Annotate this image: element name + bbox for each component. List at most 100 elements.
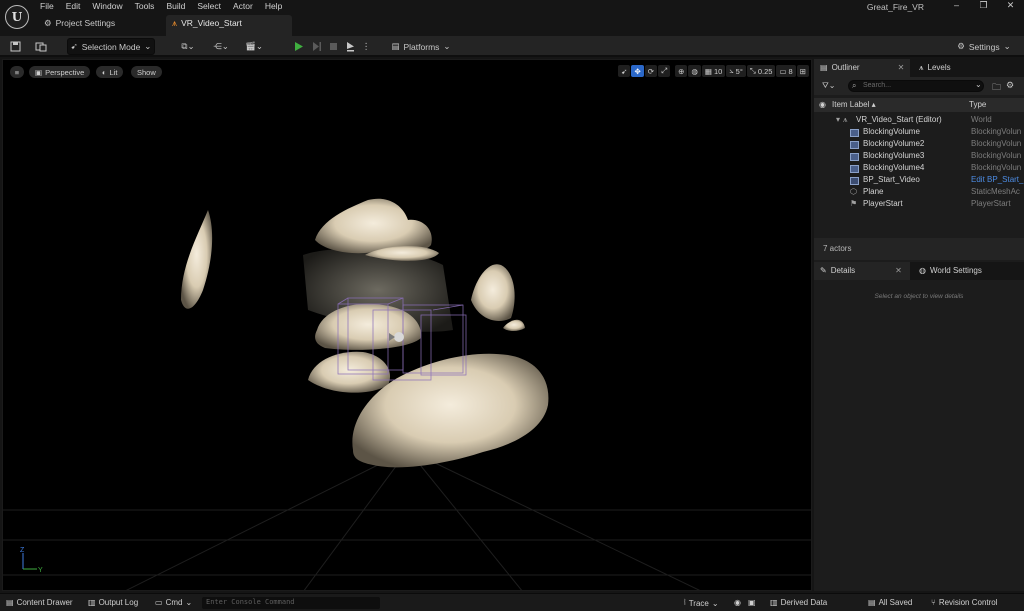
menu-edit[interactable]: Edit bbox=[60, 0, 87, 14]
tab-levels-label: Levels bbox=[927, 63, 951, 72]
step-icon bbox=[312, 42, 321, 51]
tab-project-settings[interactable]: ⚙ Project Settings bbox=[38, 15, 123, 34]
scale-tool-icon[interactable]: ⤢ bbox=[658, 65, 671, 77]
show-button[interactable]: Show bbox=[131, 66, 162, 78]
gear-icon[interactable]: ⚙ bbox=[1006, 80, 1014, 91]
level-icon: ⩚ bbox=[172, 18, 178, 28]
eject-button[interactable] bbox=[342, 38, 358, 55]
cmd-dropdown[interactable]: ▭ Cmd ⌄ bbox=[155, 598, 192, 607]
minimize-icon[interactable]: – bbox=[943, 0, 970, 14]
select-tool-icon[interactable]: ➹ bbox=[618, 65, 631, 77]
output-log-button[interactable]: ▥ Output Log bbox=[88, 598, 138, 607]
cinematics-button[interactable]: 🎬︎⌄ bbox=[242, 38, 266, 55]
menu-file[interactable]: File bbox=[34, 0, 60, 14]
outliner-row[interactable]: ⬡ Plane StaticMeshAc bbox=[814, 187, 1024, 199]
menu-build[interactable]: Build bbox=[160, 0, 191, 14]
outliner-row[interactable]: BlockingVolume BlockingVolun bbox=[814, 127, 1024, 139]
tab-details[interactable]: ✎ Details ✕ bbox=[814, 262, 910, 280]
selection-mode-dropdown[interactable]: ➹ Selection Mode ⌄ bbox=[67, 38, 155, 55]
outliner-icon: ▤ bbox=[820, 63, 828, 72]
perspective-button[interactable]: ▣ Perspective bbox=[29, 66, 91, 78]
rotation-snap-button[interactable]: ⦣ 5° bbox=[726, 65, 746, 77]
outliner-row[interactable]: BlockingVolume2 BlockingVolun bbox=[814, 139, 1024, 151]
menu-actor[interactable]: Actor bbox=[227, 0, 259, 14]
console-input[interactable]: Enter Console Command bbox=[202, 597, 380, 609]
close-icon[interactable]: ✕ bbox=[997, 0, 1024, 14]
add-actor-button[interactable]: ⧉⌄ bbox=[176, 38, 200, 55]
item-type: BlockingVolun bbox=[971, 127, 1022, 136]
advance-frame-button[interactable] bbox=[308, 38, 324, 55]
derived-data-button[interactable]: ▥ Derived Data bbox=[770, 598, 827, 607]
column-item-label[interactable]: Item Label ▴ bbox=[832, 100, 876, 109]
viewport-tools: ➹ ✥ ⟳ ⤢ ⊕ ◍ ▦ 10 ⦣ 5° ⤡ 0.25 ▭ 8 ⊞ bbox=[618, 65, 809, 77]
platforms-button[interactable]: ▤ Platforms ⌄ bbox=[389, 38, 453, 55]
record-icon[interactable]: ◉ bbox=[734, 598, 741, 607]
save-icon[interactable] bbox=[7, 38, 23, 55]
outliner-row[interactable]: BP_Start_Video Edit BP_Start_ bbox=[814, 175, 1024, 187]
outliner-row[interactable]: ⚑ PlayerStart PlayerStart bbox=[814, 199, 1024, 211]
restore-icon[interactable]: ❐ bbox=[970, 0, 997, 14]
edit-blueprint-link[interactable]: Edit BP_Start_ bbox=[971, 175, 1023, 184]
tab-levels[interactable]: ⩚ Levels bbox=[913, 59, 957, 77]
revision-control-button[interactable]: ⑂ Revision Control bbox=[931, 598, 998, 607]
rotation-snap-value: 5° bbox=[735, 66, 743, 76]
menu-help[interactable]: Help bbox=[259, 0, 288, 14]
add-folder-icon[interactable]: 🗀︎ bbox=[992, 80, 1001, 96]
trace-button[interactable]: ⦚ Trace ⌄ bbox=[684, 598, 719, 608]
tab-level[interactable]: ⩚ VR_Video_Start bbox=[166, 15, 292, 36]
close-icon[interactable]: ✕ bbox=[895, 266, 902, 276]
stop-button[interactable] bbox=[325, 38, 341, 55]
scale-snap-button[interactable]: ⤡ 0.25 bbox=[746, 65, 776, 77]
eject-icon bbox=[346, 42, 354, 52]
outliner-search-input[interactable]: Search... bbox=[848, 80, 984, 92]
item-type: BlockingVolun bbox=[971, 139, 1022, 148]
outliner-row[interactable]: BlockingVolume3 BlockingVolun bbox=[814, 151, 1024, 163]
platforms-icon: ▤ bbox=[391, 41, 400, 51]
outliner-row[interactable]: BlockingVolume4 BlockingVolun bbox=[814, 163, 1024, 175]
play-button[interactable] bbox=[290, 38, 306, 55]
main-toolbar: ➹ Selection Mode ⌄ ⧉⌄ ⋲⌄ 🎬︎⌄ ⋮ ▤ Platfor… bbox=[0, 36, 1024, 57]
outliner-root-row[interactable]: ▾ ⩚ VR_Video_Start (Editor) World bbox=[814, 115, 1024, 127]
chevron-down-icon[interactable]: ⌄ bbox=[975, 80, 982, 89]
floor-grid bbox=[3, 449, 811, 590]
surface-snap-icon[interactable]: ◍ bbox=[688, 65, 701, 77]
visibility-eye-icon[interactable]: ◉ bbox=[819, 100, 826, 109]
translate-tool-icon[interactable]: ✥ bbox=[631, 65, 644, 77]
column-type[interactable]: Type bbox=[969, 100, 986, 109]
camera-icon: ▭ bbox=[779, 66, 787, 76]
tab-details-label: Details bbox=[830, 266, 856, 275]
level-viewport[interactable]: ≡ ▣ Perspective ◐ Lit Show ➹ ✥ ⟳ ⤢ ⊕ ◍ ▦… bbox=[2, 59, 812, 591]
menu-select[interactable]: Select bbox=[191, 0, 227, 14]
viewport-menu-icon[interactable]: ≡ bbox=[10, 66, 24, 78]
play-options-icon[interactable]: ⋮ bbox=[360, 38, 372, 55]
expand-arrow-icon[interactable]: ▾ bbox=[836, 115, 840, 124]
camera-speed-button[interactable]: ▭ 8 bbox=[776, 65, 796, 77]
perspective-label: Perspective bbox=[45, 67, 85, 77]
menu-window[interactable]: Window bbox=[86, 0, 128, 14]
flag-icon: ⚑ bbox=[850, 199, 858, 208]
menu-tools[interactable]: Tools bbox=[129, 0, 161, 14]
mesh-icon: ⬡ bbox=[850, 187, 857, 196]
settings-button[interactable]: ⚙ Settings ⌄ bbox=[954, 38, 1014, 55]
lit-button[interactable]: ◐ Lit bbox=[96, 66, 124, 78]
add-actor-icon: ⧉⌄ bbox=[181, 41, 195, 51]
close-icon[interactable]: ✕ bbox=[898, 63, 905, 73]
unreal-logo-icon[interactable]: U bbox=[5, 5, 29, 29]
tab-project-settings-label: Project Settings bbox=[55, 18, 116, 28]
tab-outliner[interactable]: ▤ Outliner ✕ bbox=[814, 59, 910, 77]
world-space-icon[interactable]: ⊕ bbox=[675, 65, 688, 77]
all-saved-label: All Saved bbox=[878, 598, 913, 607]
content-drawer-button[interactable]: ▤ Content Drawer bbox=[6, 598, 73, 607]
maximize-viewport-icon[interactable]: ⊞ bbox=[796, 65, 809, 77]
filter-icon[interactable]: ⛛⌄ bbox=[822, 81, 835, 91]
tab-world-settings[interactable]: ◍ World Settings bbox=[913, 262, 988, 280]
grid-snap-button[interactable]: ▦ 10 bbox=[701, 65, 726, 77]
outliner-tabs: ▤ Outliner ✕ ⩚ Levels bbox=[814, 59, 1024, 77]
all-saved-button[interactable]: ▤ All Saved bbox=[868, 598, 912, 607]
rotate-tool-icon[interactable]: ⟳ bbox=[644, 65, 658, 77]
scene-render[interactable] bbox=[3, 60, 812, 591]
cloud-right bbox=[471, 264, 515, 321]
content-browser-icon[interactable] bbox=[33, 38, 49, 55]
screenshot-icon[interactable]: ▣ bbox=[748, 598, 756, 607]
blueprints-button[interactable]: ⋲⌄ bbox=[209, 38, 233, 55]
